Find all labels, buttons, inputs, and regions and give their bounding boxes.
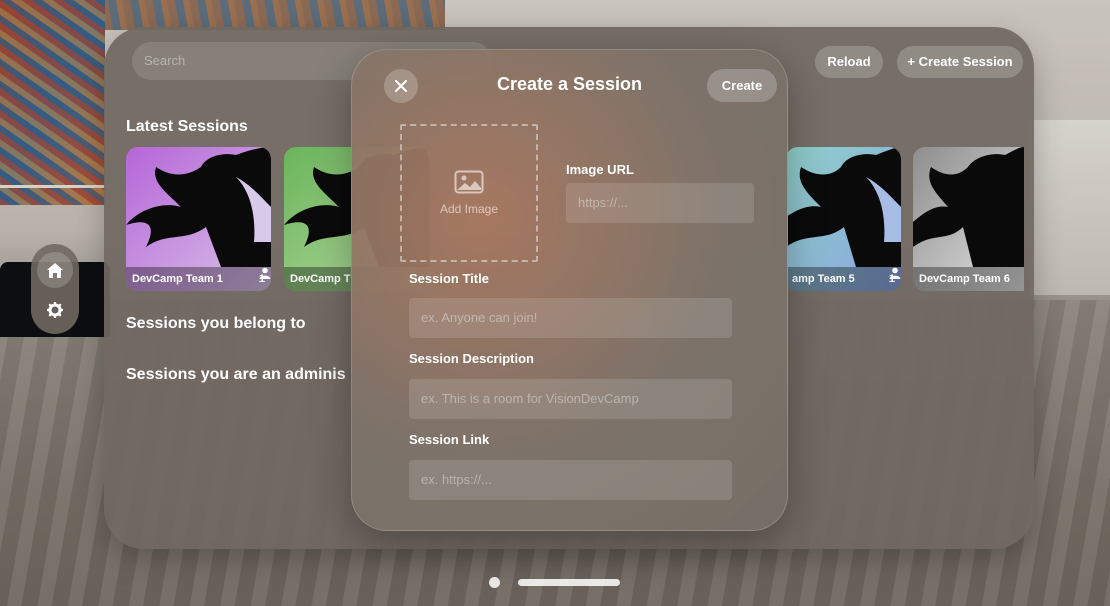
- session-card-title: DevCamp Team 6: [913, 267, 1024, 291]
- session-card[interactable]: DevCamp Team 1 1: [126, 147, 271, 291]
- home-tab-button[interactable]: [37, 252, 73, 288]
- session-description-input[interactable]: ex. This is a room for VisionDevCamp: [409, 379, 732, 419]
- add-image-label: Add Image: [439, 202, 499, 216]
- image-url-label: Image URL: [566, 162, 634, 177]
- image-url-input[interactable]: https://...: [566, 183, 754, 223]
- add-image-dropzone[interactable]: Add Image: [400, 124, 538, 262]
- photo-icon: [454, 170, 484, 194]
- session-card-title: DevCamp Team 1: [126, 267, 271, 291]
- session-card-title: amp Team 5: [786, 267, 901, 291]
- tab-ornament: [31, 244, 79, 334]
- house-icon: [47, 262, 63, 278]
- latest-sessions-heading: Latest Sessions: [126, 118, 248, 135]
- session-member-count: 1: [889, 267, 901, 291]
- session-member-count: 1: [259, 267, 271, 291]
- session-card[interactable]: DevCamp Team 6: [913, 147, 1024, 291]
- window-grab-bar[interactable]: [518, 579, 620, 586]
- background-rail: [0, 185, 110, 205]
- background-painting-strip: [105, 0, 445, 30]
- create-session-sheet: Create a Session Create Add Image Image …: [351, 49, 788, 531]
- admin-sessions-heading: Sessions you are an adminis: [126, 366, 346, 383]
- reload-button[interactable]: Reload: [815, 46, 883, 78]
- gear-icon: [47, 302, 63, 318]
- create-session-button[interactable]: + Create Session: [897, 46, 1023, 78]
- session-link-label: Session Link: [409, 432, 490, 447]
- session-title-label: Session Title: [409, 271, 489, 286]
- session-link-input[interactable]: ex. https://...: [409, 460, 732, 500]
- person-icon: [259, 267, 271, 279]
- session-description-label: Session Description: [409, 351, 534, 366]
- belong-sessions-heading: Sessions you belong to: [126, 315, 306, 332]
- session-title-input[interactable]: ex. Anyone can join!: [409, 298, 732, 338]
- create-button[interactable]: Create: [707, 69, 777, 102]
- session-card[interactable]: amp Team 5 1: [786, 147, 901, 291]
- background-wall: [1030, 120, 1110, 295]
- settings-tab-button[interactable]: [37, 292, 73, 328]
- window-close-dot[interactable]: [489, 577, 500, 588]
- background-painting: [0, 0, 105, 205]
- person-icon: [889, 267, 901, 279]
